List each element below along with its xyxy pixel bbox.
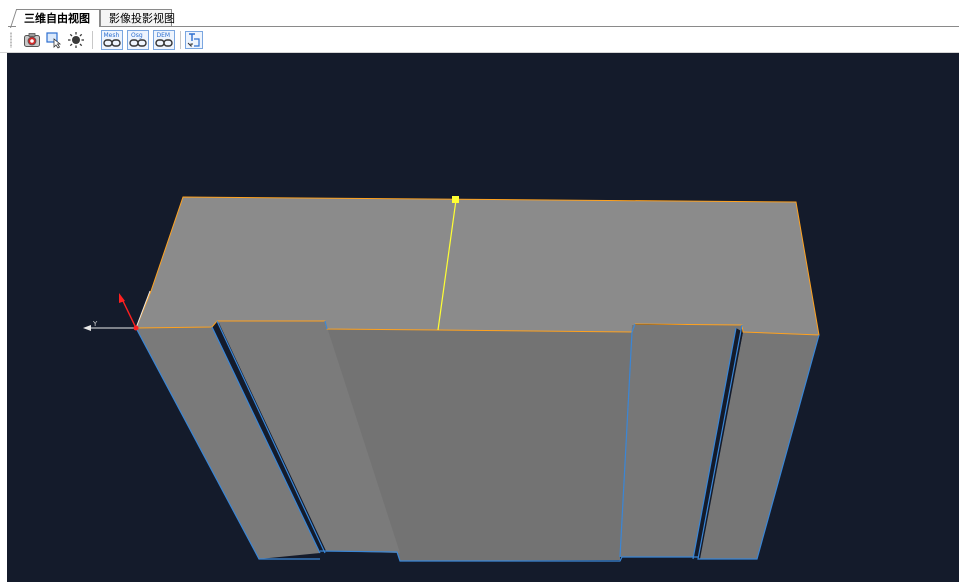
3d-viewport[interactable]: Y [7,53,959,582]
toolbar-separator [92,31,93,49]
toolbar-grip[interactable] [10,32,12,48]
camera-button[interactable] [22,30,42,50]
transform-icon [185,31,203,49]
camera-icon [23,31,41,49]
app-window: 三维自由视图 影像投影视图 Mesh Osg DEM Y [0,0,959,582]
model-scene[interactable]: Y [7,53,959,582]
tab-image-projection-view[interactable]: 影像投影视图 [100,9,175,26]
transform-button[interactable] [184,30,204,50]
view-toolbar: Mesh Osg DEM [0,28,959,53]
select-button[interactable] [44,30,64,50]
osg-label: Osg [131,32,143,39]
toolbar-separator [180,31,181,49]
mesh-label: Mesh [104,32,120,39]
tab-3d-free-view[interactable]: 三维自由视图 [16,9,100,27]
osg-link-button[interactable]: Osg [126,30,150,50]
osg-link-icon: Osg [127,30,149,50]
light-icon [67,31,85,49]
mesh-link-icon: Mesh [101,30,123,50]
cut-line-handle[interactable] [452,196,459,203]
dem-link-button[interactable]: DEM [152,30,176,50]
mesh-link-button[interactable]: Mesh [100,30,124,50]
select-icon [45,31,63,49]
axis-y-label: Y [92,320,98,328]
light-button[interactable] [66,30,86,50]
dem-label: DEM [157,32,171,39]
model-top-face[interactable] [136,197,819,335]
dem-link-icon: DEM [153,30,175,50]
view-tab-bar: 三维自由视图 影像投影视图 [0,0,959,28]
